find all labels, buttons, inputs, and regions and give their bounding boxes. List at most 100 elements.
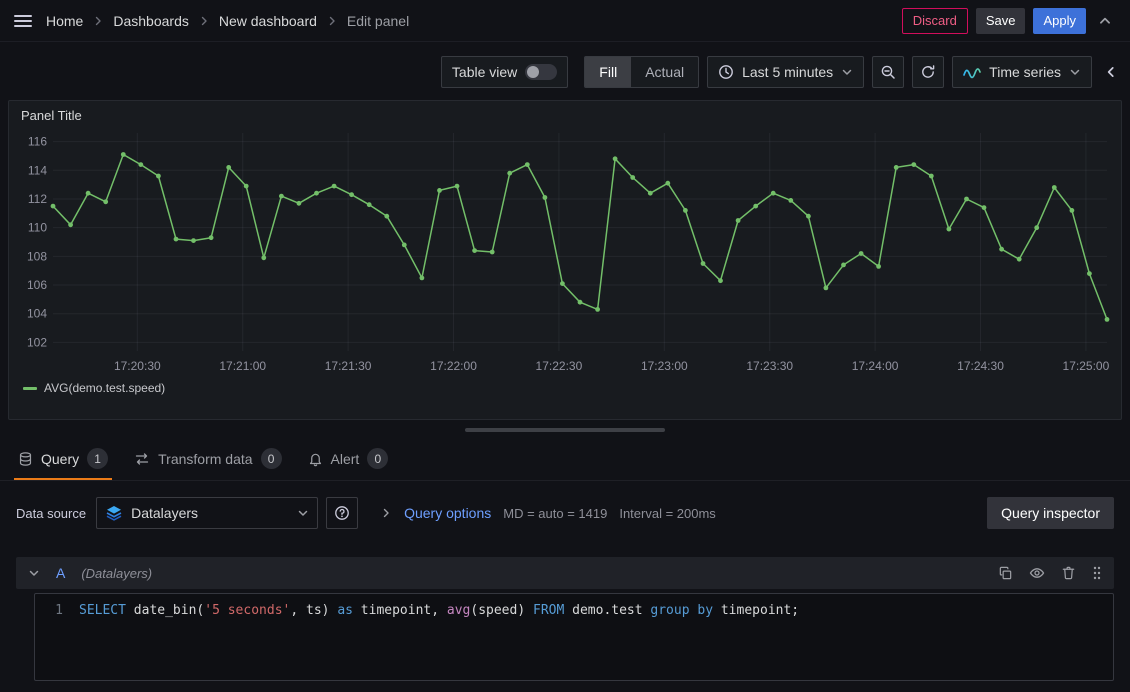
svg-text:17:20:30: 17:20:30 [114, 359, 161, 373]
breadcrumb-home[interactable]: Home [46, 13, 83, 29]
svg-text:102: 102 [27, 335, 47, 349]
svg-text:108: 108 [27, 249, 47, 263]
tab-query-label: Query [41, 451, 79, 467]
svg-text:17:21:30: 17:21:30 [325, 359, 372, 373]
legend-swatch [23, 387, 37, 390]
question-circle-icon [334, 505, 350, 521]
database-icon [18, 451, 33, 467]
alert-bell-icon [308, 451, 323, 467]
datalayers-logo-icon [105, 505, 123, 521]
zoom-out-icon [880, 64, 896, 80]
zoom-out-button[interactable] [872, 56, 904, 88]
chevron-down-icon [1069, 66, 1081, 78]
query-inspector-button[interactable]: Query inspector [987, 497, 1114, 529]
svg-text:17:21:00: 17:21:00 [219, 359, 266, 373]
svg-text:17:25:00: 17:25:00 [1063, 359, 1110, 373]
tab-query[interactable]: Query 1 [10, 440, 116, 480]
fill-option[interactable]: Fill [585, 57, 631, 87]
svg-text:17:22:00: 17:22:00 [430, 359, 477, 373]
legend-label: AVG(demo.test.speed) [44, 381, 165, 395]
svg-text:17:24:30: 17:24:30 [957, 359, 1004, 373]
svg-text:110: 110 [28, 221, 47, 235]
line-number: 1 [35, 602, 79, 620]
query-row-header[interactable]: A (Datalayers) [16, 557, 1114, 589]
svg-text:112: 112 [28, 192, 47, 206]
time-series-chart[interactable]: 102 104 106 108 110 112 114 116 17:20:30 17:21:00… [15, 125, 1119, 377]
table-view-toggle[interactable]: Table view [441, 56, 568, 88]
actual-option[interactable]: Actual [631, 57, 698, 87]
datasource-row: Data source Datalayers Query options MD … [16, 497, 1114, 529]
panel-title[interactable]: Panel Title [9, 101, 1121, 125]
options-pane-toggle-icon[interactable] [1100, 61, 1122, 83]
panel: Panel Title 102 104 106 108 110 112 114 116 17:2… [8, 100, 1122, 420]
menu-icon[interactable] [14, 15, 32, 27]
query-ref-id[interactable]: A [56, 565, 65, 581]
fill-actual-segmented: Fill Actual [584, 56, 699, 88]
svg-text:114: 114 [28, 163, 47, 177]
chevron-right-icon [198, 15, 210, 27]
time-series-icon [963, 65, 981, 79]
datasource-picker[interactable]: Datalayers [96, 497, 318, 529]
editor-tabs: Query 1 Transform data 0 Alert 0 [0, 432, 1130, 481]
chevron-right-icon [326, 15, 338, 27]
time-range-label: Last 5 minutes [742, 64, 833, 80]
top-nav: Home Dashboards New dashboard Edit panel… [0, 0, 1130, 42]
tab-transform-count: 0 [261, 448, 282, 469]
clock-icon [718, 64, 734, 80]
datasource-name: Datalayers [131, 505, 198, 521]
duplicate-query-button[interactable] [998, 566, 1013, 581]
sql-code-editor[interactable]: 1 SELECT date_bin('5 seconds', ts) as ti… [34, 593, 1114, 681]
query-options-link[interactable]: Query options [404, 505, 491, 521]
drag-handle-icon[interactable] [1092, 565, 1102, 581]
tab-alert-count: 0 [367, 448, 388, 469]
query-row-actions [998, 565, 1102, 581]
breadcrumb: Home Dashboards New dashboard Edit panel [46, 13, 409, 29]
max-data-points-summary: MD = auto = 1419 [503, 506, 607, 521]
query-datasource-hint: (Datalayers) [81, 566, 152, 581]
table-view-switch[interactable] [525, 64, 557, 80]
refresh-button[interactable] [912, 56, 944, 88]
breadcrumb-edit-panel: Edit panel [347, 13, 409, 29]
interval-summary: Interval = 200ms [619, 506, 715, 521]
breadcrumb-dashboards[interactable]: Dashboards [113, 13, 189, 29]
table-view-label: Table view [452, 64, 517, 80]
tab-transform-label: Transform data [158, 451, 252, 467]
save-button[interactable]: Save [976, 8, 1026, 34]
tab-alert-label: Alert [331, 451, 360, 467]
delete-query-button[interactable] [1061, 565, 1076, 581]
discard-button[interactable]: Discard [902, 8, 968, 34]
datasource-label: Data source [16, 506, 86, 521]
header-actions: Discard Save Apply [902, 8, 1116, 34]
visualization-label: Time series [989, 64, 1061, 80]
panel-toolbar: Table view Fill Actual Last 5 minutes Ti… [0, 42, 1130, 88]
datasource-help-button[interactable] [326, 497, 358, 529]
query-collapse-icon[interactable] [28, 567, 40, 579]
svg-text:116: 116 [28, 135, 47, 149]
transform-icon [134, 451, 150, 467]
apply-button[interactable]: Apply [1033, 8, 1086, 34]
tab-transform-data[interactable]: Transform data 0 [126, 440, 289, 480]
svg-text:106: 106 [27, 278, 47, 292]
chevron-right-icon [92, 15, 104, 27]
chevron-up-icon[interactable] [1094, 10, 1116, 32]
svg-text:17:23:00: 17:23:00 [641, 359, 688, 373]
hide-query-button[interactable] [1029, 565, 1045, 581]
breadcrumb-new-dashboard[interactable]: New dashboard [219, 13, 317, 29]
sql-line[interactable]: 1 SELECT date_bin('5 seconds', ts) as ti… [35, 594, 1113, 620]
visualization-picker[interactable]: Time series [952, 56, 1092, 88]
sql-code[interactable]: SELECT date_bin('5 seconds', ts) as time… [79, 602, 799, 620]
time-range-picker[interactable]: Last 5 minutes [707, 56, 864, 88]
svg-text:17:22:30: 17:22:30 [536, 359, 583, 373]
svg-text:17:24:00: 17:24:00 [852, 359, 899, 373]
svg-text:104: 104 [27, 307, 47, 321]
query-options-expand-icon [380, 507, 392, 519]
refresh-icon [920, 64, 936, 80]
query-section: Data source Datalayers Query options MD … [0, 481, 1130, 681]
tab-query-count: 1 [87, 448, 108, 469]
query-options[interactable]: Query options MD = auto = 1419 Interval … [380, 505, 716, 521]
chevron-down-icon [841, 66, 853, 78]
tab-alert[interactable]: Alert 0 [300, 440, 397, 480]
chevron-down-icon [297, 507, 309, 519]
svg-text:17:23:30: 17:23:30 [746, 359, 793, 373]
legend-item[interactable]: AVG(demo.test.speed) [9, 377, 1121, 401]
